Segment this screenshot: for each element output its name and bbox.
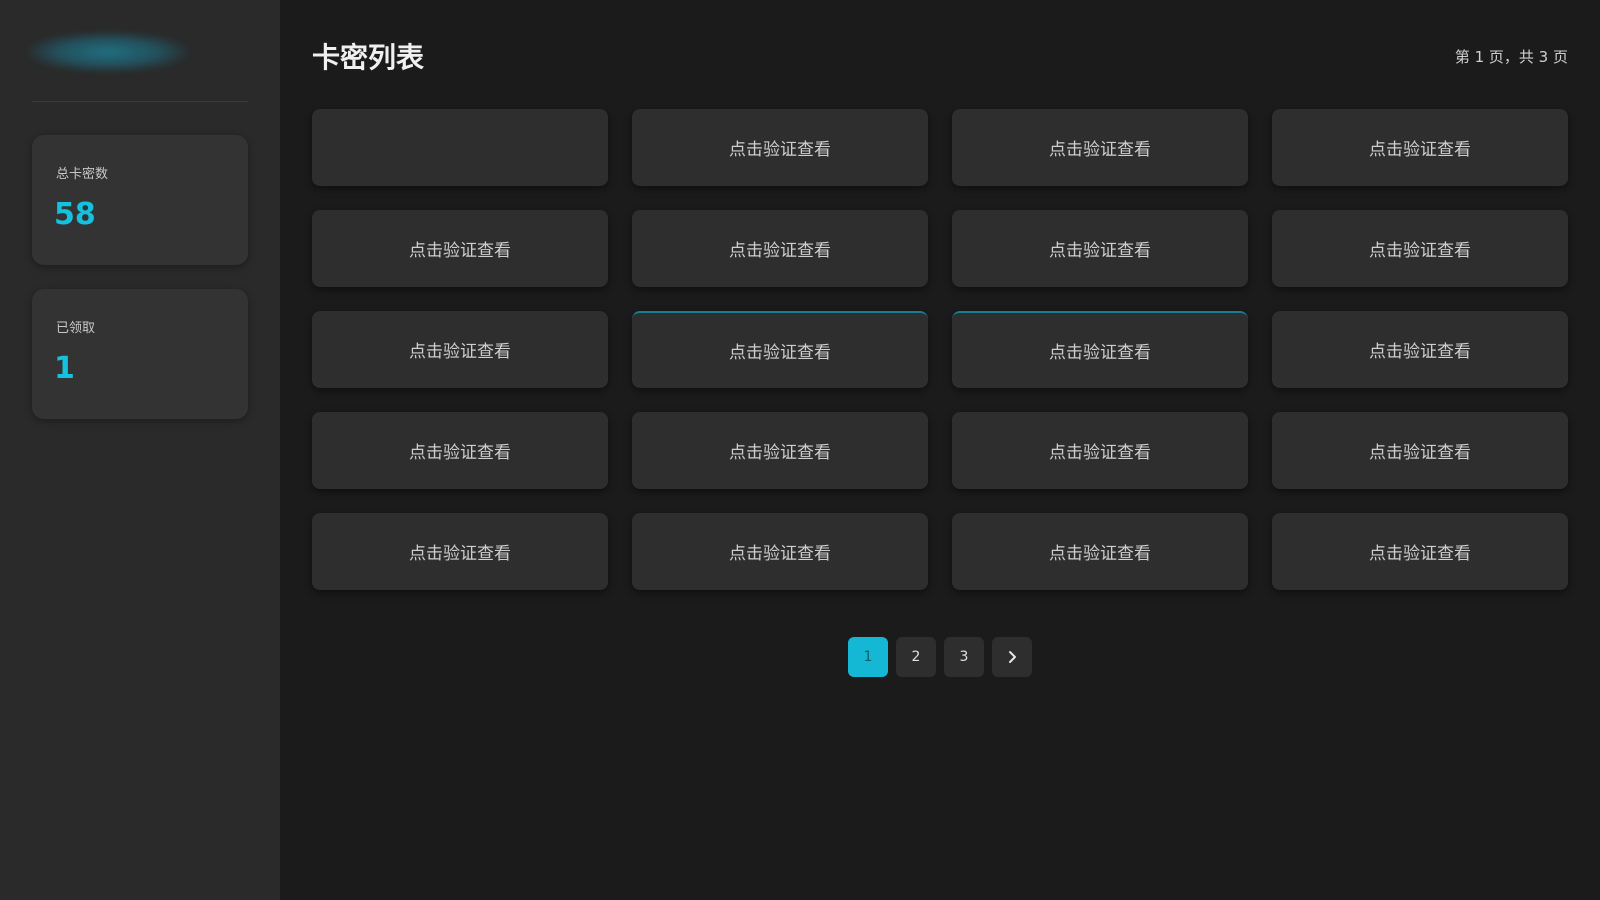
card-key[interactable]: 点击验证查看 (632, 210, 928, 287)
page-title: 卡密列表 (312, 41, 425, 74)
page-indicator: 第 1 页，共 3 页 (1454, 48, 1568, 66)
card-key[interactable]: 点击验证查看 (632, 311, 928, 388)
brand-name (28, 32, 188, 72)
card-key[interactable]: 点击验证查看 (1272, 311, 1568, 388)
chevron-right-icon (1009, 651, 1016, 663)
stat-value-total: 58 (54, 197, 96, 232)
card-label: 点击验证查看 (729, 343, 831, 363)
card-key[interactable]: 点击验证查看 (952, 109, 1248, 186)
card-label: 点击验证查看 (1049, 443, 1151, 463)
card-label: 点击验证查看 (1049, 343, 1151, 363)
card-key[interactable]: 点击验证查看 (952, 412, 1248, 489)
page-button-2[interactable]: 2 (896, 637, 936, 677)
brand-logo (28, 32, 188, 72)
sidebar-divider (32, 101, 248, 102)
card-key[interactable]: 点击验证查看 (312, 311, 608, 388)
card-key[interactable]: 点击验证查看 (312, 210, 608, 287)
card-label: 点击验证查看 (729, 544, 831, 564)
card-key[interactable]: 点击验证查看 (1272, 513, 1568, 590)
card-label: 点击验证查看 (1369, 140, 1471, 160)
stat-card-claimed: 已领取 1 (32, 289, 248, 419)
card-label: 点击验证查看 (1369, 443, 1471, 463)
card-key[interactable]: 点击验证查看 (952, 513, 1248, 590)
card-label: 点击验证查看 (409, 241, 511, 261)
card-label: 点击验证查看 (1049, 241, 1151, 261)
pagination: 1 2 3 (848, 637, 1032, 677)
page-button-1[interactable]: 1 (848, 637, 888, 677)
card-grid: 点击验证查看 点击验证查看 点击验证查看 点击验证查看 点击验证查看 点击验证查… (312, 109, 1569, 590)
page-button-3[interactable]: 3 (944, 637, 984, 677)
card-key[interactable]: 点击验证查看 (632, 513, 928, 590)
card-key[interactable]: 点击验证查看 (312, 412, 608, 489)
card-key[interactable]: 点击验证查看 (1272, 210, 1568, 287)
card-key[interactable]: 点击验证查看 (632, 412, 928, 489)
card-label: 点击验证查看 (1369, 342, 1471, 362)
main-content: 卡密列表 第 1 页，共 3 页 点击验证查看 点击验证查看 点击验证查看 点击… (280, 0, 1600, 900)
stat-label-total: 总卡密数 (56, 167, 109, 182)
next-page-button[interactable] (992, 637, 1032, 677)
card-label: 点击验证查看 (729, 443, 831, 463)
card-key[interactable]: 点击验证查看 (952, 210, 1248, 287)
card-label: 点击验证查看 (729, 241, 831, 261)
card-key-revealed[interactable] (312, 109, 608, 186)
stat-label-claimed: 已领取 (56, 321, 96, 336)
card-label: 点击验证查看 (1049, 140, 1151, 160)
card-label: 点击验证查看 (409, 342, 511, 362)
sidebar: 总卡密数 58 已领取 1 (0, 0, 280, 900)
card-key[interactable]: 点击验证查看 (632, 109, 928, 186)
card-label: 点击验证查看 (409, 443, 511, 463)
card-key[interactable]: 点击验证查看 (952, 311, 1248, 388)
stat-card-total: 总卡密数 58 (32, 135, 248, 265)
card-label: 点击验证查看 (409, 544, 511, 564)
stat-value-claimed: 1 (54, 351, 75, 386)
card-label: 点击验证查看 (729, 140, 831, 160)
card-label: 点击验证查看 (1369, 241, 1471, 261)
card-key[interactable]: 点击验证查看 (312, 513, 608, 590)
card-key[interactable]: 点击验证查看 (1272, 412, 1568, 489)
card-label: 点击验证查看 (1369, 544, 1471, 564)
card-label: 点击验证查看 (1049, 544, 1151, 564)
card-key[interactable]: 点击验证查看 (1272, 109, 1568, 186)
